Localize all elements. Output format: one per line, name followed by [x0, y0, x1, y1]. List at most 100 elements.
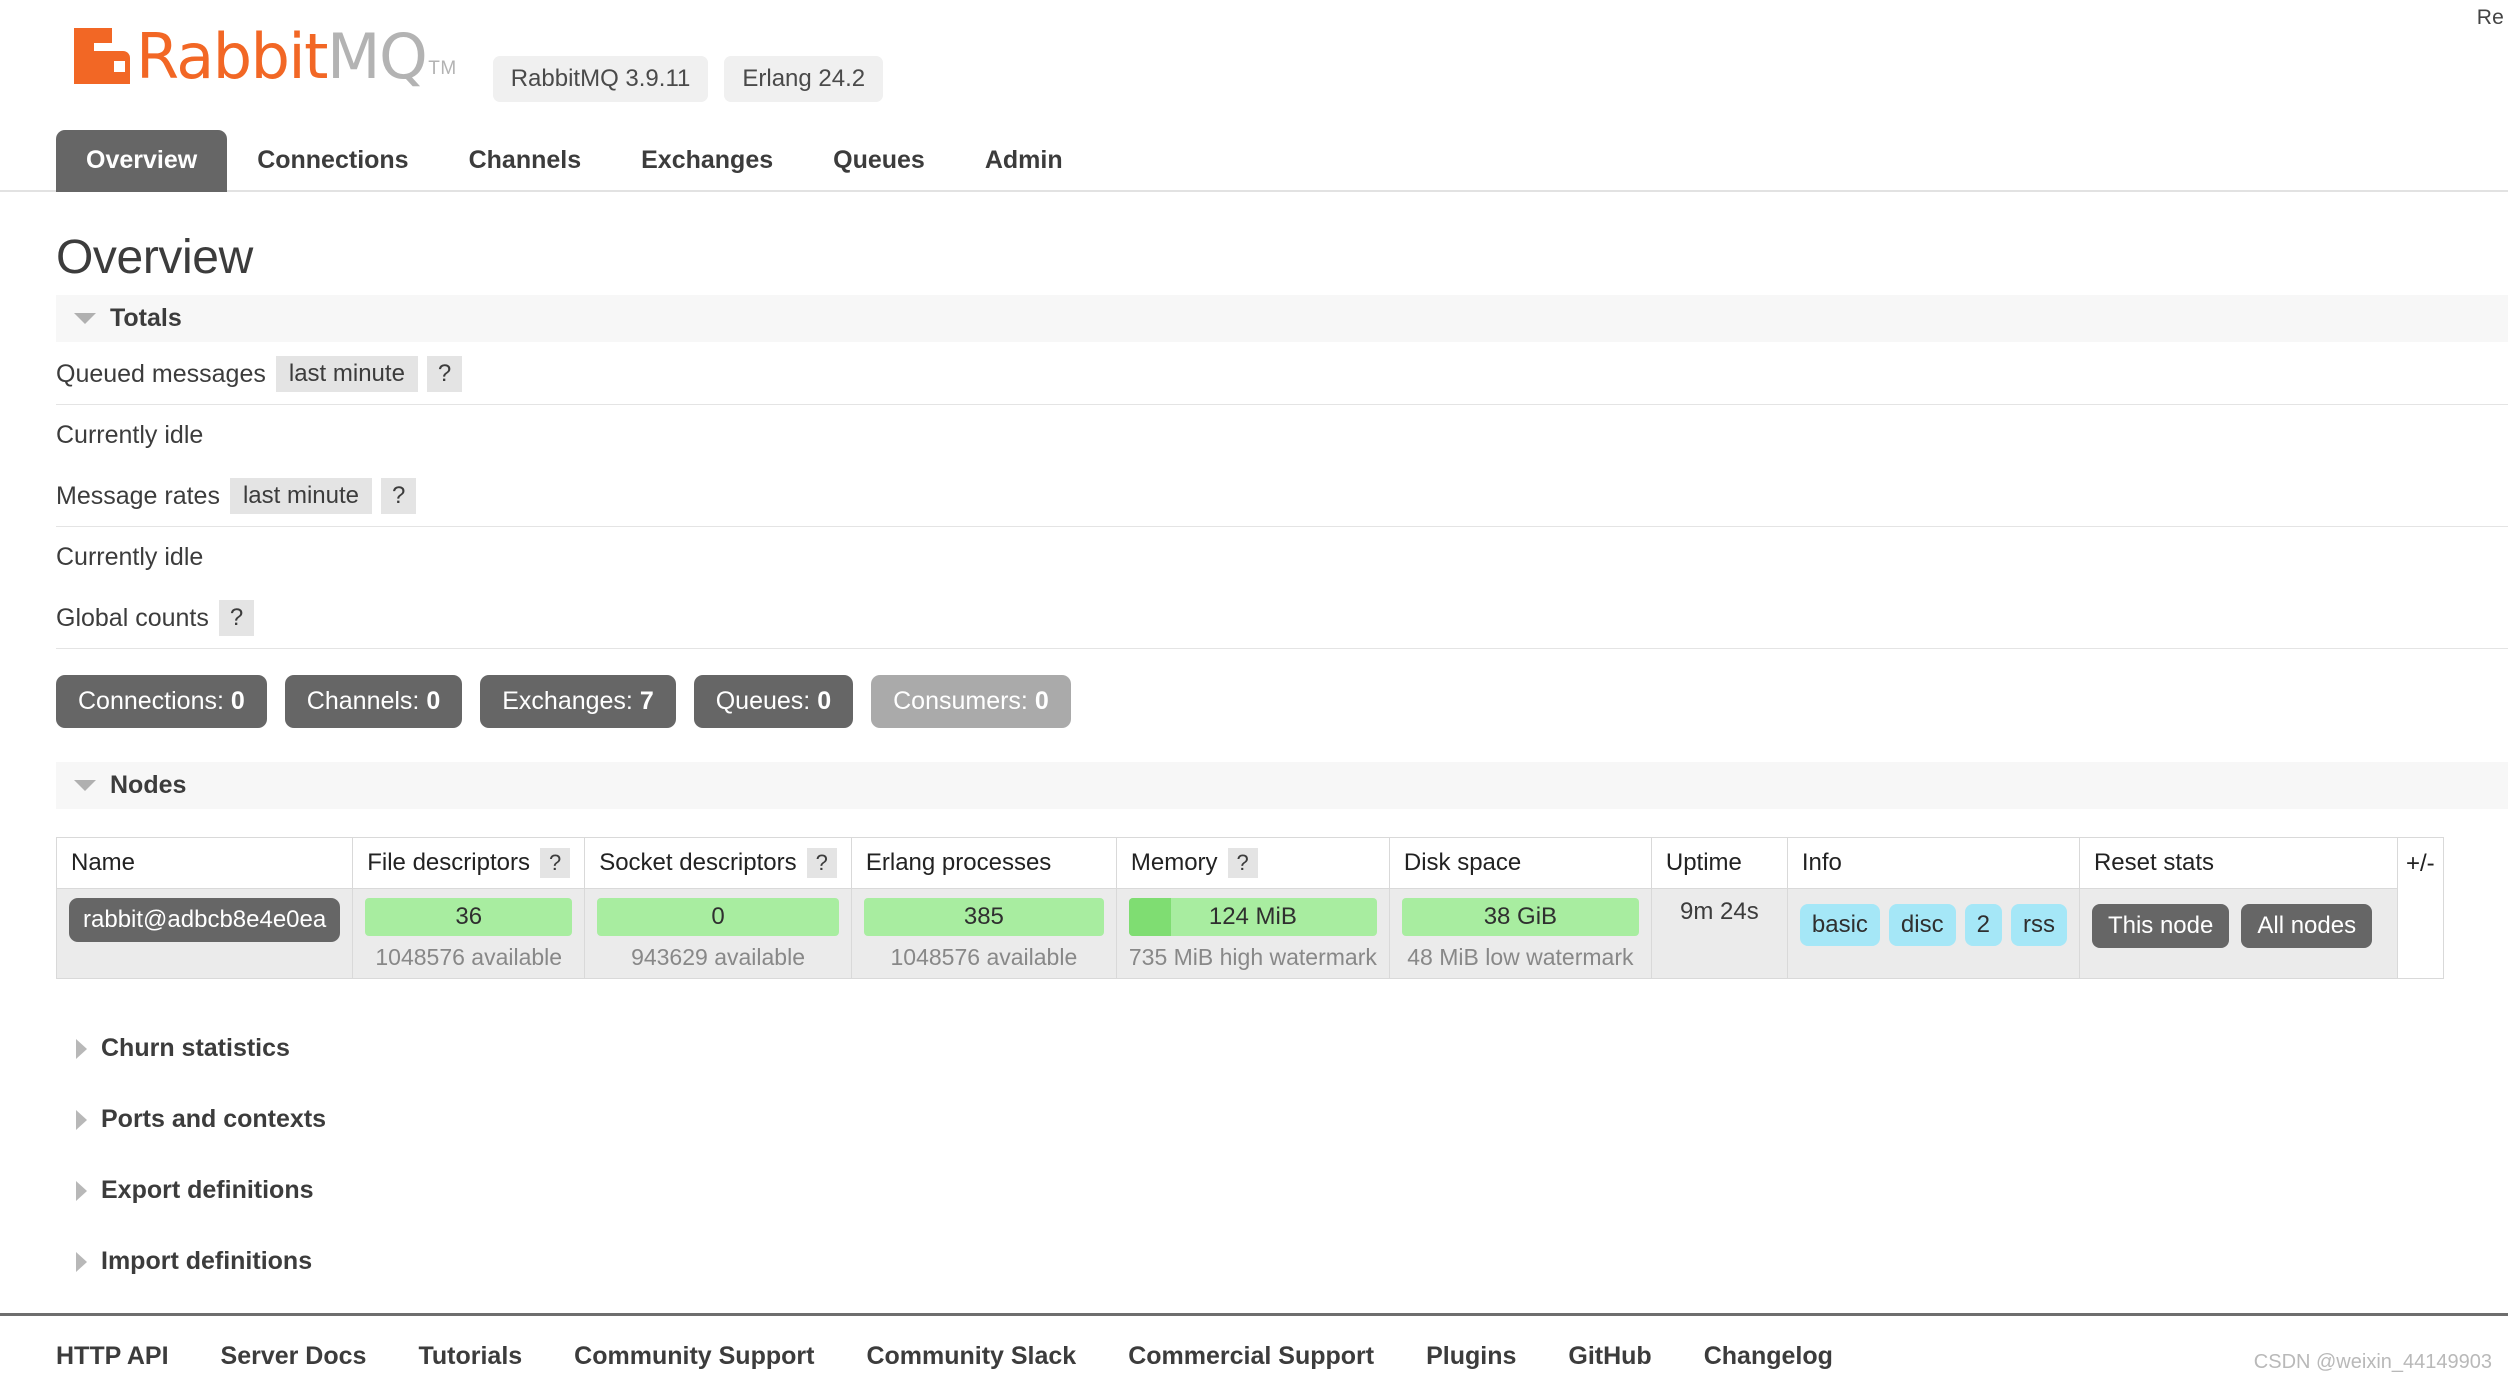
- info-badge-disc[interactable]: disc: [1888, 904, 1956, 946]
- footer-link-github[interactable]: GitHub: [1568, 1342, 1651, 1371]
- count-label-channels: Channels:: [306, 687, 420, 715]
- footer-link-tutorials[interactable]: Tutorials: [418, 1342, 522, 1371]
- chevron-right-icon: [76, 1038, 87, 1059]
- info-badge-basic[interactable]: basic: [1799, 904, 1880, 946]
- footer-link-plugins[interactable]: Plugins: [1426, 1342, 1516, 1371]
- message-rates-period-selector[interactable]: last minute: [229, 478, 373, 514]
- footer-link-commercial-support[interactable]: Commercial Support: [1128, 1342, 1374, 1371]
- info-badge-rss[interactable]: rss: [2010, 904, 2067, 946]
- rabbitmq-version-badge: RabbitMQ 3.9.11: [492, 56, 709, 102]
- churn-statistics-label: Churn statistics: [101, 1034, 290, 1062]
- message-rates-help-icon[interactable]: ?: [381, 478, 417, 514]
- corner-note: Re: [2476, 6, 2504, 29]
- rabbit-logo-icon: [74, 28, 130, 84]
- column-header-name: Name: [55, 837, 354, 889]
- node-name-badge[interactable]: rabbit@adbcb8e4e0ea: [69, 898, 341, 942]
- info-badge-count[interactable]: 2: [1964, 904, 2002, 946]
- nodes-table-header-row: Name File descriptors ? Socket descripto…: [55, 837, 2398, 889]
- socket-descriptors-subtext: 943629 available: [631, 944, 805, 970]
- cell-uptime: 9m 24s: [1650, 888, 1788, 979]
- toggle-columns-button[interactable]: +/-: [2397, 837, 2444, 979]
- footer-link-community-support[interactable]: Community Support: [574, 1342, 814, 1371]
- cell-file-descriptors: 36 1048576 available: [352, 888, 586, 979]
- reset-this-node-button[interactable]: This node: [2091, 904, 2230, 948]
- socket-descriptors-bar: 0: [597, 898, 839, 936]
- tab-exchanges[interactable]: Exchanges: [611, 130, 803, 192]
- column-header-erlang-processes: Erlang processes: [850, 837, 1117, 889]
- count-badge-exchanges[interactable]: Exchanges: 7: [480, 675, 676, 728]
- main-content: Overview Totals Queued messages last min…: [0, 230, 2508, 1297]
- main-navigation: Overview Connections Channels Exchanges …: [0, 130, 2508, 192]
- global-counts-badges: Connections: 0 Channels: 0 Exchanges: 7 …: [56, 675, 2508, 728]
- tab-channels[interactable]: Channels: [439, 130, 612, 192]
- tab-admin[interactable]: Admin: [955, 130, 1093, 192]
- import-definitions-label: Import definitions: [101, 1247, 313, 1275]
- count-value-exchanges: 7: [639, 687, 654, 715]
- column-label-memory: Memory: [1130, 849, 1218, 876]
- queued-messages-idle-text: Currently idle: [56, 421, 204, 449]
- column-header-reset-stats: Reset stats: [2078, 837, 2398, 889]
- nodes-section-label: Nodes: [110, 771, 187, 799]
- count-badge-channels[interactable]: Channels: 0: [284, 675, 463, 728]
- footer-link-community-slack[interactable]: Community Slack: [866, 1342, 1076, 1371]
- footer-link-http-api[interactable]: HTTP API: [56, 1342, 169, 1371]
- tab-queues[interactable]: Queues: [803, 130, 955, 192]
- chevron-down-icon: [74, 313, 96, 324]
- count-value-connections: 0: [230, 687, 245, 715]
- message-rates-label: Message rates: [56, 481, 220, 510]
- queued-messages-period-selector[interactable]: last minute: [275, 356, 418, 392]
- logo-wordmark: RabbitMQ: [136, 26, 428, 88]
- collapsed-sections: Churn statistics Ports and contexts Expo…: [56, 1013, 2508, 1297]
- logo-text-mq: MQ: [326, 20, 428, 93]
- memory-help-icon[interactable]: ?: [1227, 848, 1258, 878]
- global-counts-help-icon[interactable]: ?: [218, 600, 255, 636]
- ports-and-contexts-label: Ports and contexts: [101, 1105, 327, 1133]
- section-import-definitions[interactable]: Import definitions: [56, 1226, 2508, 1297]
- chevron-down-icon: [74, 780, 96, 791]
- count-badge-connections[interactable]: Connections: 0: [56, 675, 267, 728]
- column-header-socket-descriptors: Socket descriptors ?: [584, 837, 852, 889]
- tab-overview[interactable]: Overview: [56, 130, 228, 192]
- erlang-processes-bar: 385: [863, 898, 1104, 936]
- disk-space-subtext: 48 MiB low watermark: [1407, 944, 1634, 970]
- socket-descriptors-value: 0: [711, 903, 725, 930]
- trademark-symbol: TM: [428, 58, 457, 79]
- count-label-consumers: Consumers:: [893, 687, 1028, 715]
- queued-messages-help-icon[interactable]: ?: [426, 356, 463, 392]
- reset-stats-buttons: This node All nodes: [2091, 898, 2385, 948]
- chevron-right-icon: [76, 1251, 87, 1272]
- nodes-table-wrapper: Name File descriptors ? Socket descripto…: [55, 837, 2508, 979]
- watermark: CSDN @weixin_44149903: [2253, 1351, 2492, 1373]
- nodes-table: Name File descriptors ? Socket descripto…: [55, 837, 2398, 979]
- queued-messages-row: Queued messages last minute ?: [56, 342, 2508, 405]
- export-definitions-label: Export definitions: [101, 1176, 314, 1204]
- tab-connections[interactable]: Connections: [227, 130, 438, 192]
- footer-link-changelog[interactable]: Changelog: [1704, 1342, 1833, 1371]
- reset-all-nodes-button[interactable]: All nodes: [2241, 904, 2373, 948]
- erlang-processes-value: 385: [963, 903, 1004, 930]
- count-badge-queues[interactable]: Queues: 0: [693, 675, 854, 728]
- footer-link-server-docs[interactable]: Server Docs: [221, 1342, 367, 1371]
- version-badges: RabbitMQ 3.9.11 Erlang 24.2: [492, 56, 884, 102]
- file-descriptors-value: 36: [455, 903, 483, 930]
- info-badge-group: basic disc 2 rss: [1799, 898, 2067, 946]
- footer-links: HTTP API Server Docs Tutorials Community…: [0, 1313, 2508, 1371]
- section-ports-and-contexts[interactable]: Ports and contexts: [56, 1084, 2508, 1155]
- nodes-section-header[interactable]: Nodes: [56, 762, 2508, 809]
- count-badge-consumers[interactable]: Consumers: 0: [871, 675, 1071, 728]
- message-rates-row: Message rates last minute ?: [56, 464, 2508, 527]
- cell-disk-space: 38 GiB 48 MiB low watermark: [1388, 888, 1652, 979]
- count-label-queues: Queues:: [715, 687, 811, 715]
- column-header-info: Info: [1786, 837, 2080, 889]
- file-descriptors-help-icon[interactable]: ?: [539, 848, 571, 878]
- socket-descriptors-help-icon[interactable]: ?: [806, 848, 837, 878]
- section-churn-statistics[interactable]: Churn statistics: [56, 1013, 2508, 1084]
- totals-section-label: Totals: [110, 304, 182, 332]
- memory-bar: 124 MiB: [1128, 898, 1377, 936]
- totals-section-header[interactable]: Totals: [56, 295, 2508, 342]
- cell-info: basic disc 2 rss: [1786, 888, 2080, 979]
- rabbitmq-logo[interactable]: RabbitMQ TM: [74, 26, 457, 90]
- section-export-definitions[interactable]: Export definitions: [56, 1155, 2508, 1226]
- logo-text-rabbit: Rabbit: [136, 20, 328, 93]
- cell-reset-stats: This node All nodes: [2078, 888, 2398, 979]
